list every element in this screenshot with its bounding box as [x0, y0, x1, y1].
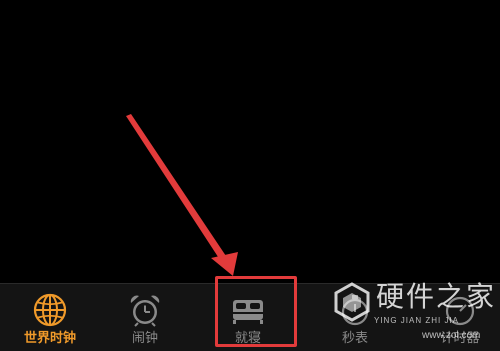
- clock-app-screen: 世界时钟 闹钟 就寝 秒表 计时器 硬件之家 YING JIAN ZHI JIA…: [0, 0, 500, 351]
- bedtime-highlight-box: [215, 276, 297, 347]
- tab-label: 世界时钟: [23, 331, 76, 346]
- watermark-logo-icon: [334, 282, 370, 322]
- alarm-clock-icon: [130, 295, 160, 327]
- globe-icon: [33, 293, 67, 327]
- tab-world-clock[interactable]: 世界时钟: [0, 284, 100, 351]
- watermark-title: 硬件之家: [376, 280, 497, 313]
- watermark-pinyin: YING JIAN ZHI JIA: [374, 316, 460, 325]
- watermark: 硬件之家 YING JIAN ZHI JIA www.zol.com: [330, 278, 500, 350]
- watermark-url: www.zol.com: [422, 330, 481, 341]
- tab-label: 闹钟: [131, 331, 158, 346]
- tab-alarm[interactable]: 闹钟: [95, 284, 195, 351]
